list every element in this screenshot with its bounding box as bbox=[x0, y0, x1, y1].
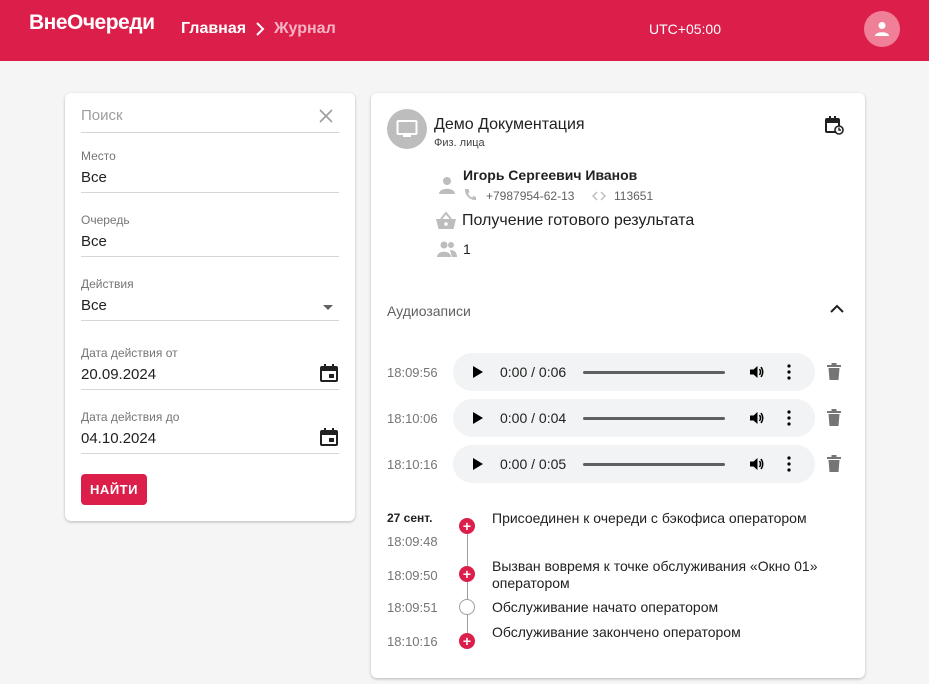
audio-seek-bar[interactable] bbox=[583, 463, 725, 466]
monitor-icon bbox=[396, 120, 418, 137]
audio-time: 18:10:06 bbox=[387, 411, 438, 426]
app-bar: ВнеОчереди Главная Журнал UTC+05:00 bbox=[0, 0, 929, 61]
client-name: Игорь Сергеевич Иванов bbox=[463, 167, 638, 183]
logo[interactable]: ВнеОчереди bbox=[29, 11, 155, 35]
place-select[interactable]: Место Все bbox=[81, 149, 339, 193]
actions-select[interactable]: Действия Все bbox=[81, 277, 339, 321]
event-text: Обслуживание начато оператором bbox=[492, 599, 719, 615]
timezone-label: UTC+05:00 bbox=[649, 21, 721, 37]
event-text: Обслуживание закончено оператором bbox=[492, 624, 741, 640]
close-icon[interactable] bbox=[319, 109, 333, 123]
audio-progress: 0:00 / 0:05 bbox=[500, 456, 567, 472]
date-from-field[interactable]: Дата действия от 20.09.2024 bbox=[81, 346, 339, 390]
chevron-right-icon bbox=[256, 22, 265, 36]
play-icon[interactable] bbox=[473, 412, 483, 424]
user-avatar-button[interactable] bbox=[864, 11, 900, 47]
volume-icon[interactable] bbox=[749, 456, 765, 472]
search-input[interactable]: Поиск bbox=[81, 107, 123, 124]
date-to-field[interactable]: Дата действия до 04.10.2024 bbox=[81, 410, 339, 454]
date-from-input[interactable]: 20.09.2024 bbox=[81, 366, 339, 389]
timeline-date: 27 сент. bbox=[387, 511, 433, 525]
place-label: Место bbox=[81, 149, 116, 163]
code-icon bbox=[592, 191, 606, 201]
breadcrumb-home[interactable]: Главная bbox=[181, 20, 246, 38]
service-subtitle: Физ. лица bbox=[434, 137, 485, 149]
basket-icon bbox=[436, 211, 456, 229]
audio-section-header[interactable]: Аудиозаписи bbox=[387, 303, 471, 319]
volume-icon[interactable] bbox=[749, 410, 765, 426]
audio-time: 18:10:16 bbox=[387, 457, 438, 472]
queue-select[interactable]: Очередь Все bbox=[81, 213, 339, 257]
find-button[interactable]: НАЙТИ bbox=[81, 474, 147, 505]
play-icon[interactable] bbox=[473, 366, 483, 378]
audio-seek-bar[interactable] bbox=[583, 371, 725, 374]
timeline-line bbox=[467, 534, 468, 640]
delete-icon[interactable] bbox=[827, 409, 841, 426]
calendar-icon[interactable] bbox=[319, 363, 339, 383]
calendar-icon[interactable] bbox=[319, 427, 339, 447]
client-phone: +7987954-62-13 bbox=[486, 189, 575, 203]
filter-panel: Поиск Место Все Очередь Все Действия Все… bbox=[65, 93, 355, 521]
audio-row: 18:10:16 0:00 / 0:05 bbox=[387, 445, 857, 483]
queue-label: Очередь bbox=[81, 213, 130, 227]
breadcrumb: Главная Журнал bbox=[181, 20, 336, 38]
audio-row: 18:09:56 0:00 / 0:06 bbox=[387, 353, 857, 391]
audio-row: 18:10:06 0:00 / 0:04 bbox=[387, 399, 857, 437]
search-field[interactable]: Поиск bbox=[81, 107, 339, 133]
audio-progress: 0:00 / 0:04 bbox=[500, 410, 567, 426]
delete-icon[interactable] bbox=[827, 363, 841, 380]
calendar-refresh-icon[interactable] bbox=[824, 115, 844, 135]
more-options-icon[interactable] bbox=[787, 410, 791, 426]
actions-label: Действия bbox=[81, 277, 134, 291]
visit-detail-panel: Демо Документация Физ. лица Игорь Сергее… bbox=[371, 93, 865, 678]
dropdown-arrow-icon[interactable] bbox=[323, 305, 333, 310]
people-icon bbox=[437, 241, 457, 257]
event-time: 18:09:48 bbox=[387, 534, 438, 549]
audio-seek-bar[interactable] bbox=[583, 417, 725, 420]
service-name: Получение готового результата bbox=[462, 212, 695, 229]
event-text: Вызван вовремя к точке обслуживания «Окн… bbox=[492, 558, 818, 591]
audio-time: 18:09:56 bbox=[387, 365, 438, 380]
audio-player[interactable]: 0:00 / 0:06 bbox=[453, 353, 815, 391]
actions-value[interactable]: Все bbox=[81, 297, 339, 320]
person-icon bbox=[439, 177, 455, 194]
event-time: 18:10:16 bbox=[387, 634, 438, 649]
date-to-label: Дата действия до bbox=[81, 410, 180, 424]
queue-value[interactable]: Все bbox=[81, 233, 339, 256]
service-title: Демо Документация bbox=[434, 116, 585, 133]
ticket-code: 113651 bbox=[614, 189, 654, 203]
person-icon bbox=[875, 22, 889, 36]
date-to-input[interactable]: 04.10.2024 bbox=[81, 430, 339, 453]
delete-icon[interactable] bbox=[827, 455, 841, 472]
volume-icon[interactable] bbox=[749, 364, 765, 380]
event-time: 18:09:50 bbox=[387, 568, 438, 583]
date-from-label: Дата действия от bbox=[81, 346, 178, 360]
people-count: 1 bbox=[463, 241, 471, 257]
plus-circle-icon: + bbox=[459, 518, 475, 534]
plus-circle-icon: + bbox=[459, 633, 475, 649]
service-avatar bbox=[387, 109, 427, 149]
audio-progress: 0:00 / 0:06 bbox=[500, 364, 567, 380]
phone-icon bbox=[464, 189, 476, 201]
chevron-up-icon[interactable] bbox=[829, 301, 845, 317]
event-text: Присоединен к очереди с бэкофиса операто… bbox=[492, 510, 807, 526]
breadcrumb-current: Журнал bbox=[274, 20, 336, 37]
empty-circle-icon bbox=[459, 599, 475, 615]
more-options-icon[interactable] bbox=[787, 364, 791, 380]
more-options-icon[interactable] bbox=[787, 456, 791, 472]
play-icon[interactable] bbox=[473, 458, 483, 470]
place-value[interactable]: Все bbox=[81, 169, 339, 192]
audio-player[interactable]: 0:00 / 0:04 bbox=[453, 399, 815, 437]
plus-circle-icon: + bbox=[459, 566, 475, 582]
event-time: 18:09:51 bbox=[387, 600, 438, 615]
audio-player[interactable]: 0:00 / 0:05 bbox=[453, 445, 815, 483]
